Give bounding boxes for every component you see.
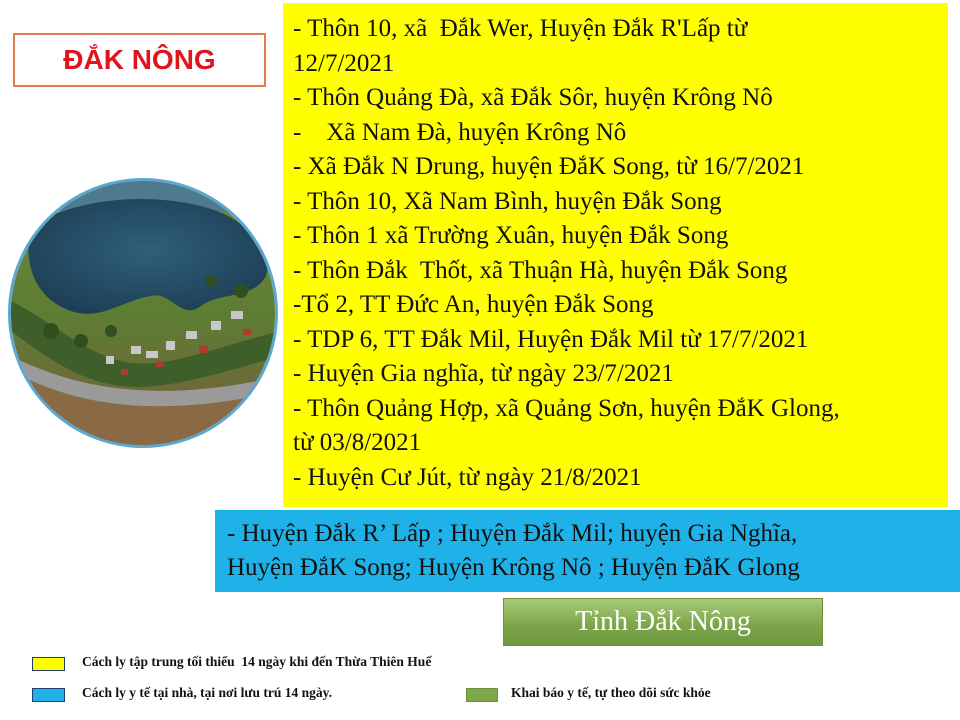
list-item: 12/7/2021 (293, 49, 395, 77)
legend-label-blue: Cách ly y tế tại nhà, tại nơi lưu trú 14… (82, 685, 332, 700)
legend-swatch-yellow (32, 657, 65, 671)
list-item: - Thôn 1 xã Trường Xuân, huyện Đắk Song (293, 222, 729, 249)
blue-home-isolation-list: - Huyện Đắk R’ Lấp ; Huyện Đắk Mil; huyệ… (215, 510, 960, 592)
legend-label-yellow: Cách ly tập trung tối thiểu 14 ngày khi … (82, 654, 432, 669)
list-item: - Huyện Đắk R’ Lấp ; Huyện Đắk Mil; huyệ… (227, 520, 798, 547)
province-button-label: Tỉnh Đắk Nông (575, 606, 751, 637)
list-item: - Thôn Đắk Thốt, xã Thuận Hà, huyện Đắk … (293, 256, 788, 284)
province-title-box: ĐẮK NÔNG (13, 33, 266, 87)
list-item: - Xã Đắk N Drung, huyện ĐắK Song, từ 16/… (293, 153, 805, 180)
list-item: - Xã Nam Đà, huyện Krông Nô (293, 118, 627, 146)
legend-swatch-green (466, 688, 498, 702)
province-button[interactable]: Tỉnh Đắk Nông (503, 598, 823, 646)
list-item: - Huyện Gia nghĩa, từ ngày 23/7/2021 (293, 360, 674, 387)
list-item: Huyện ĐắK Song; Huyện Krông Nô ; Huyện Đ… (227, 554, 800, 581)
list-item: - Thôn 10, xã Đắk Wer, Huyện Đắk R'Lấp t… (293, 15, 748, 42)
aerial-photo (8, 178, 278, 448)
list-item: -Tổ 2, TT Đức An, huyện Đắk Song (293, 291, 654, 318)
lake-town-image (11, 181, 275, 445)
list-item: từ 03/8/2021 (293, 429, 422, 456)
province-title: ĐẮK NÔNG (63, 44, 216, 75)
list-item: - Thôn Quảng Đà, xã Đắk Sôr, huyện Krông… (293, 84, 773, 111)
legend-label-green: Khai báo y tế, tự theo dõi sức khỏe (511, 685, 711, 700)
list-item: - Thôn 10, Xã Nam Bình, huyện Đắk Song (293, 187, 722, 215)
list-item: - Huyện Cư Jút, từ ngày 21/8/2021 (293, 463, 642, 491)
list-item: - TDP 6, TT Đắk Mil, Huyện Đắk Mil từ 17… (293, 325, 809, 353)
list-item: - Thôn Quảng Hợp, xã Quảng Sơn, huyện Đắ… (293, 394, 840, 422)
legend-swatch-blue (32, 688, 65, 702)
yellow-quarantine-list: - Thôn 10, xã Đắk Wer, Huyện Đắk R'Lấp t… (283, 3, 948, 507)
